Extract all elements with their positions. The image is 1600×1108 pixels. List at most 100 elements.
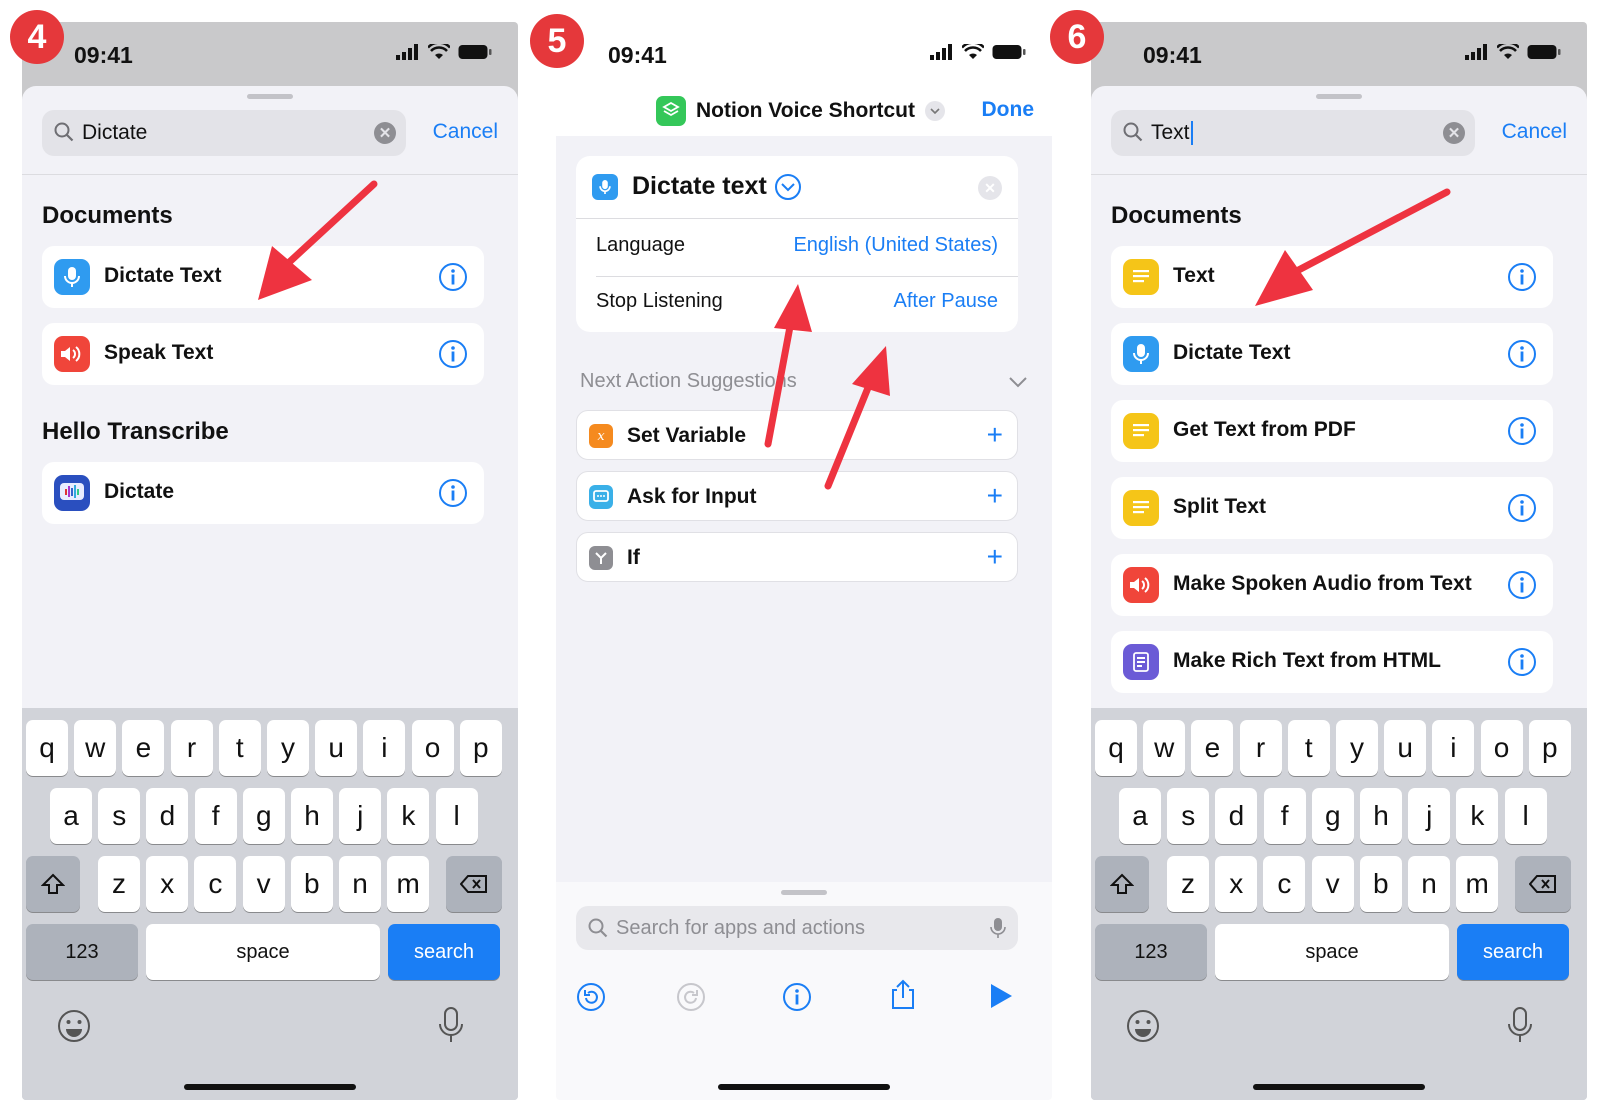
shift-key[interactable] <box>1095 856 1149 912</box>
cancel-button[interactable]: Cancel <box>1502 120 1567 144</box>
suggestions-header[interactable]: Next Action Suggestions <box>580 370 1028 400</box>
key-a[interactable]: a <box>1119 788 1161 844</box>
key-i[interactable]: i <box>1432 720 1475 776</box>
key-e[interactable]: e <box>122 720 165 776</box>
info-icon[interactable] <box>438 262 468 292</box>
param-value[interactable]: English (United States) <box>793 234 998 257</box>
action-row-dictate-text[interactable]: Dictate Text <box>42 246 484 308</box>
key-z[interactable]: z <box>98 856 140 912</box>
key-m[interactable]: m <box>387 856 430 912</box>
key-o[interactable]: o <box>1480 720 1523 776</box>
key-r[interactable]: r <box>1239 720 1282 776</box>
key-u[interactable]: u <box>1384 720 1427 776</box>
info-icon[interactable] <box>438 339 468 369</box>
key-h[interactable]: h <box>1360 788 1402 844</box>
action-row-dictate-text[interactable]: Dictate Text <box>1111 323 1553 385</box>
search-key[interactable]: search <box>388 924 500 980</box>
key-q[interactable]: q <box>26 720 68 776</box>
search-input[interactable]: Dictate ✕ <box>42 110 406 156</box>
info-icon[interactable] <box>1507 262 1537 292</box>
key-w[interactable]: w <box>74 720 117 776</box>
info-icon[interactable] <box>1507 570 1537 600</box>
key-x[interactable]: x <box>1215 856 1258 912</box>
key-v[interactable]: v <box>1311 856 1354 912</box>
info-icon[interactable] <box>782 982 812 1012</box>
undo-icon[interactable] <box>576 982 606 1012</box>
key-s[interactable]: s <box>98 788 141 844</box>
numbers-key[interactable]: 123 <box>26 924 138 980</box>
remove-action-icon[interactable]: ✕ <box>978 176 1002 200</box>
action-row-text[interactable]: Text <box>1111 246 1553 308</box>
search-input[interactable]: Text ✕ <box>1111 110 1475 156</box>
key-q[interactable]: q <box>1095 720 1137 776</box>
expand-chevron-icon[interactable] <box>774 173 802 201</box>
space-key[interactable]: space <box>146 924 380 980</box>
info-icon[interactable] <box>1507 493 1537 523</box>
key-j[interactable]: j <box>1408 788 1451 844</box>
clear-search-icon[interactable]: ✕ <box>1443 122 1465 144</box>
suggestion-set-variable[interactable]: x Set Variable + <box>576 410 1018 460</box>
search-input-value[interactable]: Text <box>1151 121 1193 145</box>
action-row-dictate[interactable]: Dictate <box>42 462 484 524</box>
add-icon[interactable]: + <box>987 480 1003 512</box>
search-input[interactable]: Search for apps and actions <box>576 906 1018 950</box>
delete-key[interactable] <box>1515 856 1571 912</box>
key-a[interactable]: a <box>50 788 92 844</box>
key-i[interactable]: i <box>363 720 406 776</box>
key-b[interactable]: b <box>290 856 333 912</box>
add-icon[interactable]: + <box>987 419 1003 451</box>
key-t[interactable]: t <box>1287 720 1330 776</box>
clear-search-icon[interactable]: ✕ <box>374 122 396 144</box>
key-v[interactable]: v <box>242 856 285 912</box>
param-row-stop-listening[interactable]: Stop Listening After Pause <box>576 276 1018 332</box>
key-u[interactable]: u <box>315 720 358 776</box>
key-k[interactable]: k <box>387 788 430 844</box>
key-f[interactable]: f <box>1263 788 1306 844</box>
action-row-split-text[interactable]: Split Text <box>1111 477 1553 539</box>
numbers-key[interactable]: 123 <box>1095 924 1207 980</box>
search-input-value[interactable]: Dictate <box>82 121 147 145</box>
key-w[interactable]: w <box>1143 720 1186 776</box>
key-d[interactable]: d <box>146 788 189 844</box>
redo-icon[interactable] <box>676 982 706 1012</box>
emoji-icon[interactable] <box>1125 1008 1161 1049</box>
key-m[interactable]: m <box>1456 856 1499 912</box>
key-x[interactable]: x <box>146 856 189 912</box>
done-button[interactable]: Done <box>982 98 1035 122</box>
key-j[interactable]: j <box>339 788 382 844</box>
key-s[interactable]: s <box>1167 788 1210 844</box>
delete-key[interactable] <box>446 856 502 912</box>
key-f[interactable]: f <box>194 788 237 844</box>
key-n[interactable]: n <box>1408 856 1450 912</box>
action-row-make-rich-text[interactable]: Make Rich Text from HTML <box>1111 631 1553 693</box>
param-row-language[interactable]: Language English (United States) <box>576 220 1018 276</box>
suggestion-ask-for-input[interactable]: Ask for Input + <box>576 471 1018 521</box>
key-l[interactable]: l <box>1504 788 1547 844</box>
action-row-make-spoken-audio[interactable]: Make Spoken Audio from Text <box>1111 554 1553 616</box>
info-icon[interactable] <box>1507 339 1537 369</box>
key-y[interactable]: y <box>267 720 309 776</box>
sheet-grabber[interactable] <box>781 890 827 895</box>
key-p[interactable]: p <box>459 720 502 776</box>
key-z[interactable]: z <box>1167 856 1209 912</box>
play-icon[interactable] <box>988 982 1014 1010</box>
key-g[interactable]: g <box>242 788 285 844</box>
key-t[interactable]: t <box>218 720 261 776</box>
action-row-speak-text[interactable]: Speak Text <box>42 323 484 385</box>
action-row-get-text-from-pdf[interactable]: Get Text from PDF <box>1111 400 1553 462</box>
key-p[interactable]: p <box>1528 720 1571 776</box>
key-c[interactable]: c <box>194 856 237 912</box>
sheet-grabber[interactable] <box>247 94 293 99</box>
key-y[interactable]: y <box>1336 720 1378 776</box>
cancel-button[interactable]: Cancel <box>433 120 498 144</box>
add-icon[interactable]: + <box>987 541 1003 573</box>
key-c[interactable]: c <box>1263 856 1306 912</box>
info-icon[interactable] <box>438 478 468 508</box>
action-card-dictate-text[interactable]: Dictate text ✕ Language English (United … <box>576 156 1018 332</box>
key-r[interactable]: r <box>170 720 213 776</box>
shift-key[interactable] <box>26 856 80 912</box>
dictation-microphone-icon[interactable] <box>438 1006 464 1049</box>
key-e[interactable]: e <box>1191 720 1234 776</box>
key-b[interactable]: b <box>1359 856 1402 912</box>
key-g[interactable]: g <box>1311 788 1354 844</box>
